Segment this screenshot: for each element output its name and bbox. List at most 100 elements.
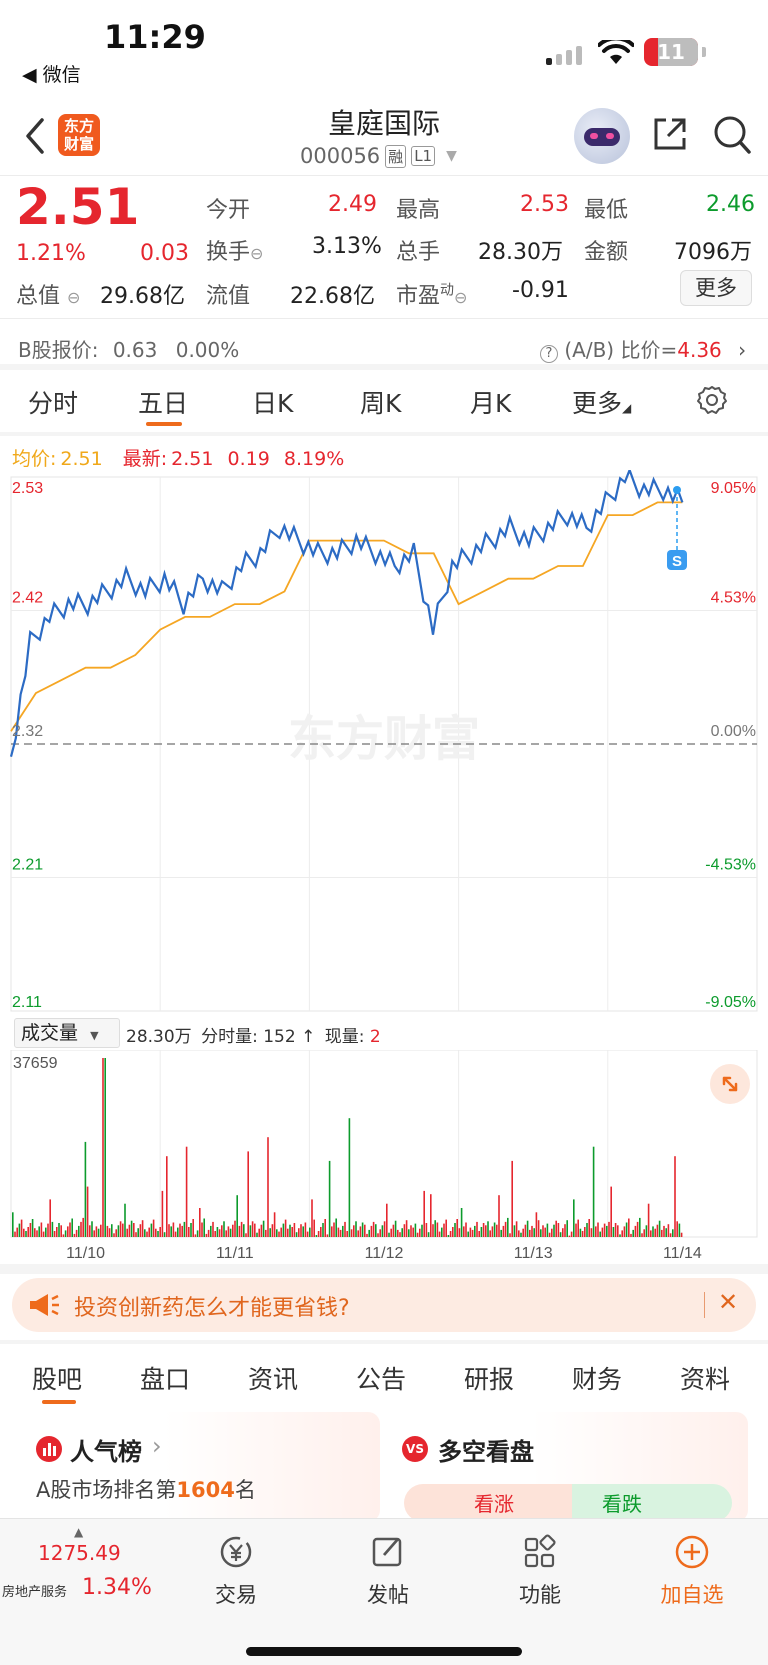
volume-bar: [97, 1228, 100, 1237]
pe-label: 市盈动⊖: [396, 282, 468, 309]
back-icon[interactable]: [22, 116, 48, 160]
index-value[interactable]: 1275.49: [38, 1541, 121, 1565]
volume-bar: [645, 1225, 648, 1237]
volume-bar: [168, 1224, 170, 1237]
wifi-icon: [597, 36, 635, 70]
tab-more[interactable]: 更多◢: [572, 384, 631, 420]
tab-news[interactable]: 资讯: [248, 1360, 298, 1396]
volume-bar: [548, 1232, 551, 1237]
volume-bar: [163, 1232, 166, 1237]
volume-bar: [14, 1231, 16, 1237]
s-marker-text: S: [672, 553, 682, 570]
volume-bar: [386, 1203, 388, 1237]
tab-profile[interactable]: 资料: [680, 1360, 730, 1396]
volume-bar: [84, 1141, 87, 1237]
page-title: 皇庭国际: [327, 107, 440, 140]
ab-ratio-row[interactable]: ? (A/B) 比价=4.36 ›: [540, 334, 746, 363]
volume-bar: [194, 1234, 197, 1237]
five-day-price-chart[interactable]: 东方财富 2.53 9.05% 2.42 4.53% 2.32 0.00% 2.21 -4.5…: [0, 470, 768, 1020]
stock-code-row[interactable]: 000056 融 L1 ▼: [300, 144, 457, 168]
tab-daily-k[interactable]: 日K: [252, 384, 293, 420]
volume-bar: [280, 1227, 282, 1237]
volume-bar: [482, 1223, 485, 1237]
settings-gear-icon[interactable]: [696, 384, 728, 420]
more-button[interactable]: 更多: [680, 270, 752, 306]
volume-bar: [614, 1223, 617, 1237]
volume-bar: [278, 1231, 280, 1237]
tab-weekly-k[interactable]: 周K: [360, 384, 401, 420]
bear-label: 看跌: [602, 1492, 642, 1516]
back-to-wechat[interactable]: ◀ 微信: [22, 60, 81, 87]
volume-bar: [419, 1228, 421, 1237]
volume-bar: [608, 1221, 610, 1237]
tab-monthly-k[interactable]: 月K: [470, 384, 511, 420]
tab-finance[interactable]: 财务: [572, 1360, 622, 1396]
volume-bar: [174, 1231, 177, 1237]
volume-bar: [416, 1232, 419, 1237]
current-price: 2.51: [16, 178, 140, 236]
share-icon[interactable]: [650, 114, 690, 158]
bear-button[interactable]: 看跌: [572, 1484, 732, 1522]
volume-bar: [476, 1221, 478, 1237]
volume-bar: [458, 1228, 461, 1237]
popularity-card[interactable]: 人气榜 › A股市场排名第1604名: [20, 1412, 380, 1522]
volume-bar: [60, 1225, 62, 1237]
volume-bar: [674, 1156, 676, 1237]
volume-bar: [500, 1229, 502, 1237]
volume-bar: [331, 1226, 333, 1237]
volume-bar: [159, 1227, 161, 1237]
volume-bar: [251, 1221, 254, 1237]
ad-close-icon[interactable]: ✕: [718, 1288, 738, 1316]
watermark: 东方财富: [288, 713, 480, 766]
volume-bar: [377, 1233, 379, 1237]
volume-bar: [526, 1220, 529, 1237]
volume-bar: [634, 1225, 637, 1237]
help-icon: ?: [540, 345, 558, 363]
expand-icon[interactable]: [710, 1064, 750, 1104]
volume-bar: [42, 1231, 45, 1237]
b-share-label: B股报价:: [18, 338, 99, 362]
volume-bar: [205, 1233, 208, 1237]
volume-bar: [434, 1220, 436, 1237]
volume-bar: [403, 1224, 406, 1237]
tab-announcements[interactable]: 公告: [356, 1360, 406, 1396]
volume-bar: [485, 1225, 487, 1237]
bull-bear-card[interactable]: VS 多空看盘 看涨 看跌: [388, 1412, 748, 1522]
volume-bar: [106, 1225, 109, 1237]
volume-bar: [370, 1225, 373, 1237]
volume-bar: [100, 1224, 102, 1237]
tab-guba[interactable]: 股吧: [32, 1360, 82, 1396]
nav-post-label: 发帖: [367, 1583, 409, 1607]
volume-bar: [650, 1230, 652, 1237]
volume-selector[interactable]: 成交量 ▼: [14, 1018, 120, 1048]
volume-bar: [86, 1186, 89, 1237]
volume-chart[interactable]: 37659 11/10 11/11 11/12 11/13 11/14: [0, 1050, 768, 1260]
avg-label: 均价:: [12, 448, 57, 470]
volume-bar: [533, 1228, 535, 1237]
search-icon[interactable]: [712, 114, 752, 160]
volume-bar: [117, 1225, 120, 1237]
nav-trade[interactable]: 交易: [176, 1533, 296, 1609]
volume-bar: [447, 1235, 450, 1237]
volume-bar: [412, 1227, 414, 1237]
tab-intraday[interactable]: 分时: [28, 384, 78, 420]
volume-bar: [364, 1224, 366, 1237]
tab-five-day[interactable]: 五日: [138, 384, 188, 420]
tab-research[interactable]: 研报: [464, 1360, 514, 1396]
ad-banner[interactable]: 投资创新药怎么才能更省钱? ✕: [12, 1278, 756, 1332]
nav-functions[interactable]: 功能: [480, 1533, 600, 1609]
volume-bar: [375, 1224, 377, 1237]
volume-bar: [663, 1225, 665, 1237]
volume-bar: [647, 1203, 650, 1237]
feature-tab-underline: [42, 1400, 76, 1404]
chevron-down-icon: ▼: [446, 148, 457, 164]
stock-code: 000056: [300, 144, 381, 168]
volume-bar: [478, 1231, 480, 1237]
nav-add-watchlist[interactable]: 加自选: [632, 1533, 752, 1609]
megaphone-icon: [28, 1292, 60, 1322]
tab-pankou[interactable]: 盘口: [140, 1360, 190, 1396]
nav-post[interactable]: 发帖: [328, 1533, 448, 1609]
bull-button[interactable]: 看涨: [404, 1484, 572, 1522]
volume-bar: [509, 1233, 511, 1237]
robot-avatar-icon[interactable]: [574, 108, 630, 164]
